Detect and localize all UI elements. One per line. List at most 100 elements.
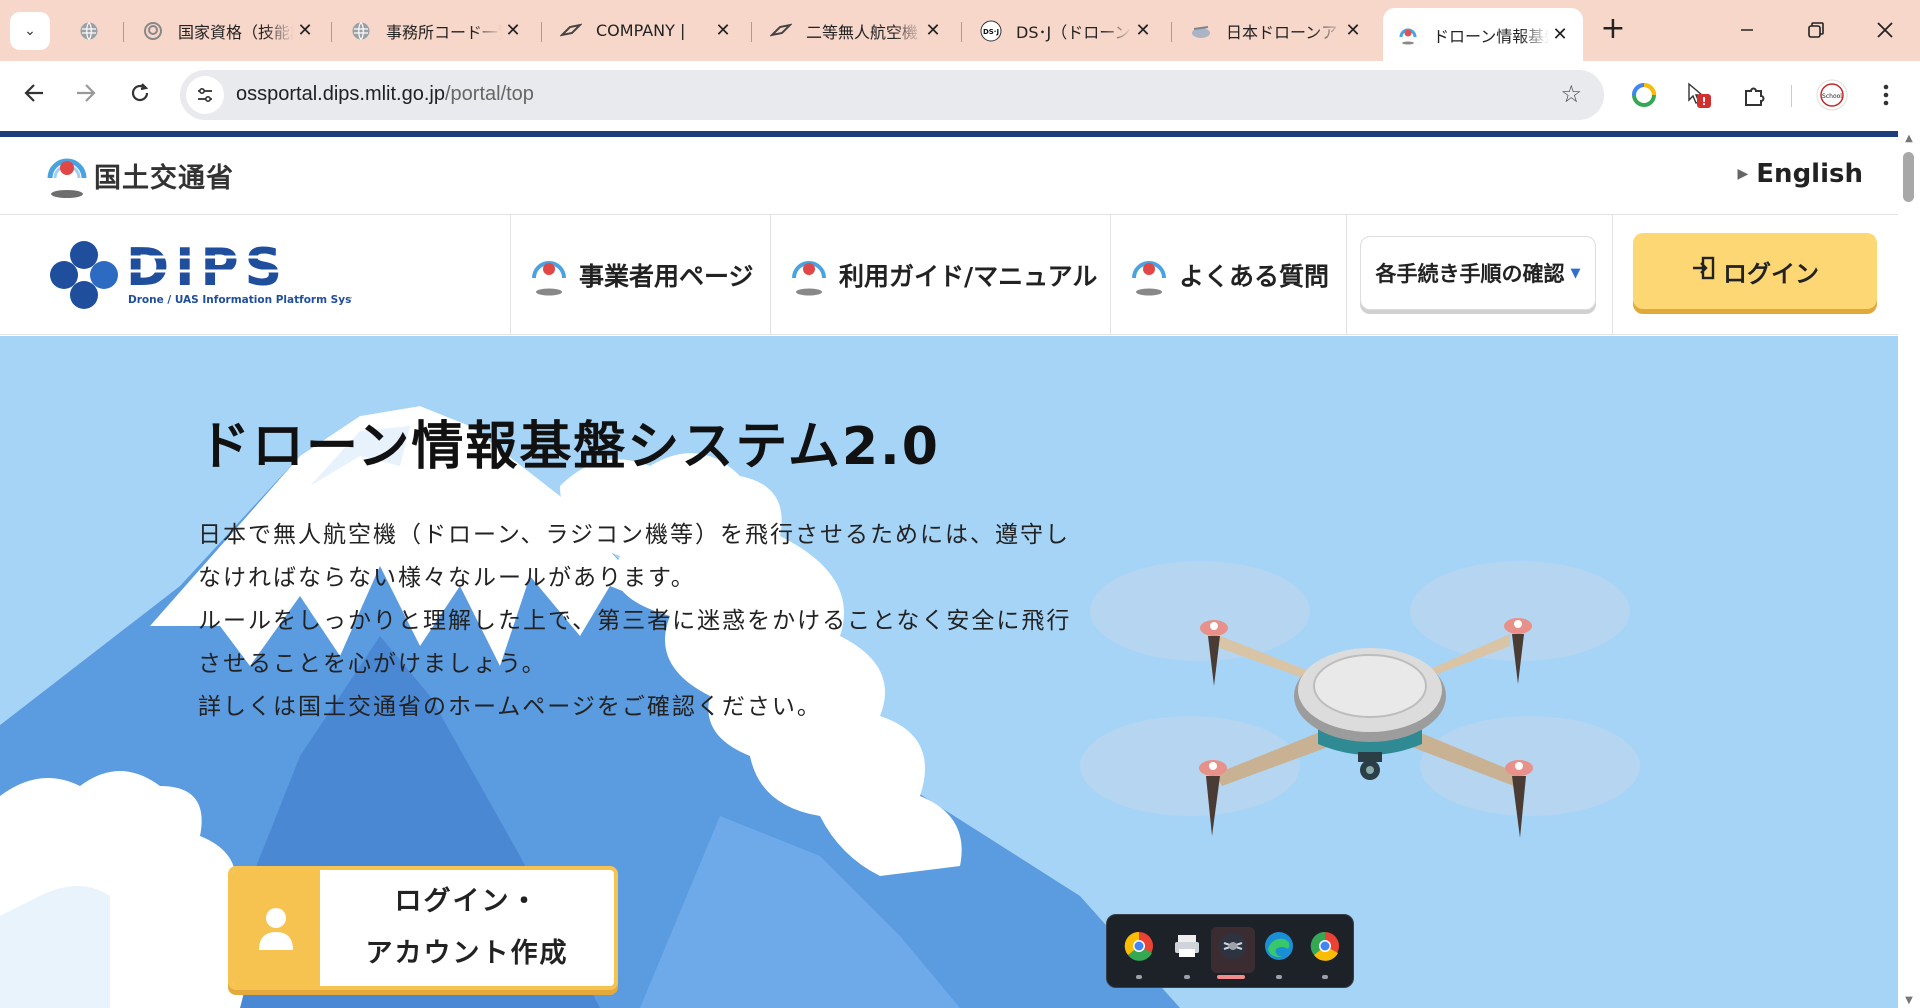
restore-button[interactable] xyxy=(1791,10,1841,50)
browser-tab-strip: ⌄ 国家資格（技能証明） ✕ 事務所コード一覧 ✕ COMPANY | ✕ 二等… xyxy=(0,0,1920,61)
ministry-name: 国土交通省 xyxy=(94,162,234,194)
close-icon[interactable]: ✕ xyxy=(1342,20,1364,41)
triangle-right-icon: ▶ xyxy=(1737,166,1749,182)
nav-faq[interactable]: よくある質問 xyxy=(1110,215,1346,335)
ministry-icon xyxy=(142,20,164,42)
bookmark-star-icon[interactable]: ☆ xyxy=(1560,80,1582,108)
nav-label: よくある質問 xyxy=(1179,262,1330,291)
forward-button[interactable] xyxy=(66,73,106,113)
profile-avatar[interactable]: School xyxy=(1816,79,1848,111)
minimize-button[interactable] xyxy=(1722,10,1772,50)
login-icon xyxy=(1691,255,1717,287)
page-scrollbar[interactable]: ▲ ▼ xyxy=(1898,131,1920,1008)
ministry-emblem-icon xyxy=(792,261,826,296)
tab-title: 事務所コード一覧 xyxy=(386,22,502,42)
tab-search-button[interactable]: ⌄ xyxy=(10,12,50,50)
tab-title: DS･J（ドローン xyxy=(1016,22,1131,42)
hero-title: ドローン情報基盤システム2.0 xyxy=(198,417,940,477)
ministry-header: 国土交通省 ▶ English xyxy=(0,137,1898,214)
reload-button[interactable] xyxy=(120,73,160,113)
ministry-emblem-icon xyxy=(1132,261,1166,296)
extensions-puzzle-icon[interactable] xyxy=(1738,79,1770,111)
browser-tab-active[interactable]: ドローン情報基盤 ✕ xyxy=(1383,8,1583,61)
dsj-icon: DS·J xyxy=(980,20,1002,42)
alert-badge: ! xyxy=(1701,95,1706,108)
nav-label: 事業者用ページ xyxy=(579,262,754,291)
drone-cloud-icon xyxy=(1190,20,1212,42)
procedure-dropdown-button[interactable]: 各手続き手順の確認 ▼ xyxy=(1360,236,1596,310)
english-link[interactable]: ▶ English xyxy=(1738,159,1863,189)
hero-text-line: なければならない様々なルールがあります。 xyxy=(198,565,696,591)
chevron-down-icon: ⌄ xyxy=(24,23,36,39)
dips-logo-text: DIPS xyxy=(126,238,288,298)
browser-tab[interactable]: 事務所コード一覧 ✕ xyxy=(336,10,536,51)
browser-tab[interactable]: 日本ドローンア ✕ xyxy=(1176,10,1376,51)
browser-tab[interactable]: 二等無人航空機 ✕ xyxy=(756,10,956,51)
drone-illustration xyxy=(1080,561,1640,838)
ministry-emblem-icon xyxy=(47,158,87,198)
close-window-button[interactable] xyxy=(1860,10,1910,50)
english-link-label: English xyxy=(1756,159,1863,189)
login-button[interactable]: ログイン xyxy=(1633,233,1877,309)
hero-description: 日本で無人航空機（ドローン、ラジコン機等）を飛行させるためには、遵守し なければ… xyxy=(198,514,1098,729)
new-tab-button[interactable]: + xyxy=(1596,14,1630,48)
cursor-extension-icon[interactable]: ! xyxy=(1682,79,1714,111)
procedure-label: 各手続き手順の確認 xyxy=(1375,262,1565,286)
hero-section: ドローン情報基盤システム2.0 日本で無人航空機（ドローン、ラジコン機等）を飛行… xyxy=(0,336,1898,1008)
scroll-down-arrow-icon[interactable]: ▼ xyxy=(1902,995,1916,1006)
login-label: ログイン xyxy=(1723,259,1819,288)
nav-label: 利用ガイド/マニュアル xyxy=(839,262,1098,291)
site-info-icon[interactable] xyxy=(186,76,224,114)
hero-text-line: ルールをしっかりと理解した上で、第三者に迷惑をかけることなく安全に飛行 xyxy=(198,608,1072,634)
url-path: /portal/top xyxy=(444,83,534,105)
hero-text-line: させることを心がけましょう。 xyxy=(198,651,547,677)
browser-tab[interactable]: 国家資格（技能証明） ✕ xyxy=(128,10,328,51)
globe-icon xyxy=(350,20,372,42)
extension-circle-icon[interactable] xyxy=(1628,79,1660,111)
web-page: 国土交通省 ▶ English DIPS Drone / UAS Informa… xyxy=(0,131,1898,1008)
ministry-logo[interactable]: 国土交通省 xyxy=(44,150,234,200)
login-account-create-button[interactable]: ログイン・ アカウント作成 xyxy=(228,866,618,990)
chrome-icon[interactable] xyxy=(1119,927,1159,979)
tab-title: 二等無人航空機 xyxy=(806,22,919,42)
dips-emblem-icon xyxy=(50,241,118,309)
account-button-line2: アカウント作成 xyxy=(365,938,569,969)
close-icon[interactable]: ✕ xyxy=(1132,20,1154,41)
globe-icon xyxy=(78,20,100,42)
url-text: ossportal.dips.mlit.go.jp/portal/top xyxy=(236,83,534,106)
address-bar[interactable]: ossportal.dips.mlit.go.jp/portal/top ☆ xyxy=(180,70,1604,120)
app-dock xyxy=(1106,914,1354,988)
scroll-up-arrow-icon[interactable]: ▲ xyxy=(1902,133,1916,144)
drone-app-icon[interactable] xyxy=(1211,927,1255,979)
browser-toolbar: ossportal.dips.mlit.go.jp/portal/top ☆ !… xyxy=(0,61,1920,131)
user-icon xyxy=(232,870,320,986)
svg-text:School: School xyxy=(1822,93,1842,100)
site-navigation: DIPS Drone / UAS Information Platform Sy… xyxy=(0,214,1898,335)
dips-logo[interactable]: DIPS Drone / UAS Information Platform Sy… xyxy=(42,235,374,315)
browser-tab[interactable] xyxy=(64,10,124,51)
drone-logo-icon xyxy=(560,20,582,42)
browser-menu-icon[interactable] xyxy=(1870,79,1902,111)
hero-text-line: 詳しくは国土交通省のホームページをご確認ください。 xyxy=(198,694,822,720)
url-host: ossportal.dips.mlit.go.jp xyxy=(236,83,445,105)
chrome-dev-icon[interactable] xyxy=(1305,927,1345,979)
close-icon[interactable]: ✕ xyxy=(294,20,316,41)
nav-business-page[interactable]: 事業者用ページ xyxy=(510,215,770,335)
nav-user-guide[interactable]: 利用ガイド/マニュアル xyxy=(770,215,1110,335)
tab-title: ドローン情報基盤 xyxy=(1433,26,1549,46)
close-icon[interactable]: ✕ xyxy=(1549,24,1571,45)
ministry-icon xyxy=(1397,24,1419,46)
caret-down-icon: ▼ xyxy=(1570,265,1581,281)
browser-tab[interactable]: COMPANY | ✕ xyxy=(546,10,746,51)
back-button[interactable] xyxy=(14,73,54,113)
printer-icon[interactable] xyxy=(1167,927,1207,979)
tab-title: 日本ドローンア xyxy=(1226,22,1338,42)
scrollbar-thumb[interactable] xyxy=(1903,152,1914,202)
tab-title: COMPANY | xyxy=(596,21,686,40)
edge-icon[interactable] xyxy=(1259,927,1299,979)
close-icon[interactable]: ✕ xyxy=(922,20,944,41)
account-button-line1: ログイン・ xyxy=(394,886,540,917)
browser-tab[interactable]: DS·J DS･J（ドローン ✕ xyxy=(966,10,1166,51)
close-icon[interactable]: ✕ xyxy=(712,20,734,41)
close-icon[interactable]: ✕ xyxy=(502,20,524,41)
